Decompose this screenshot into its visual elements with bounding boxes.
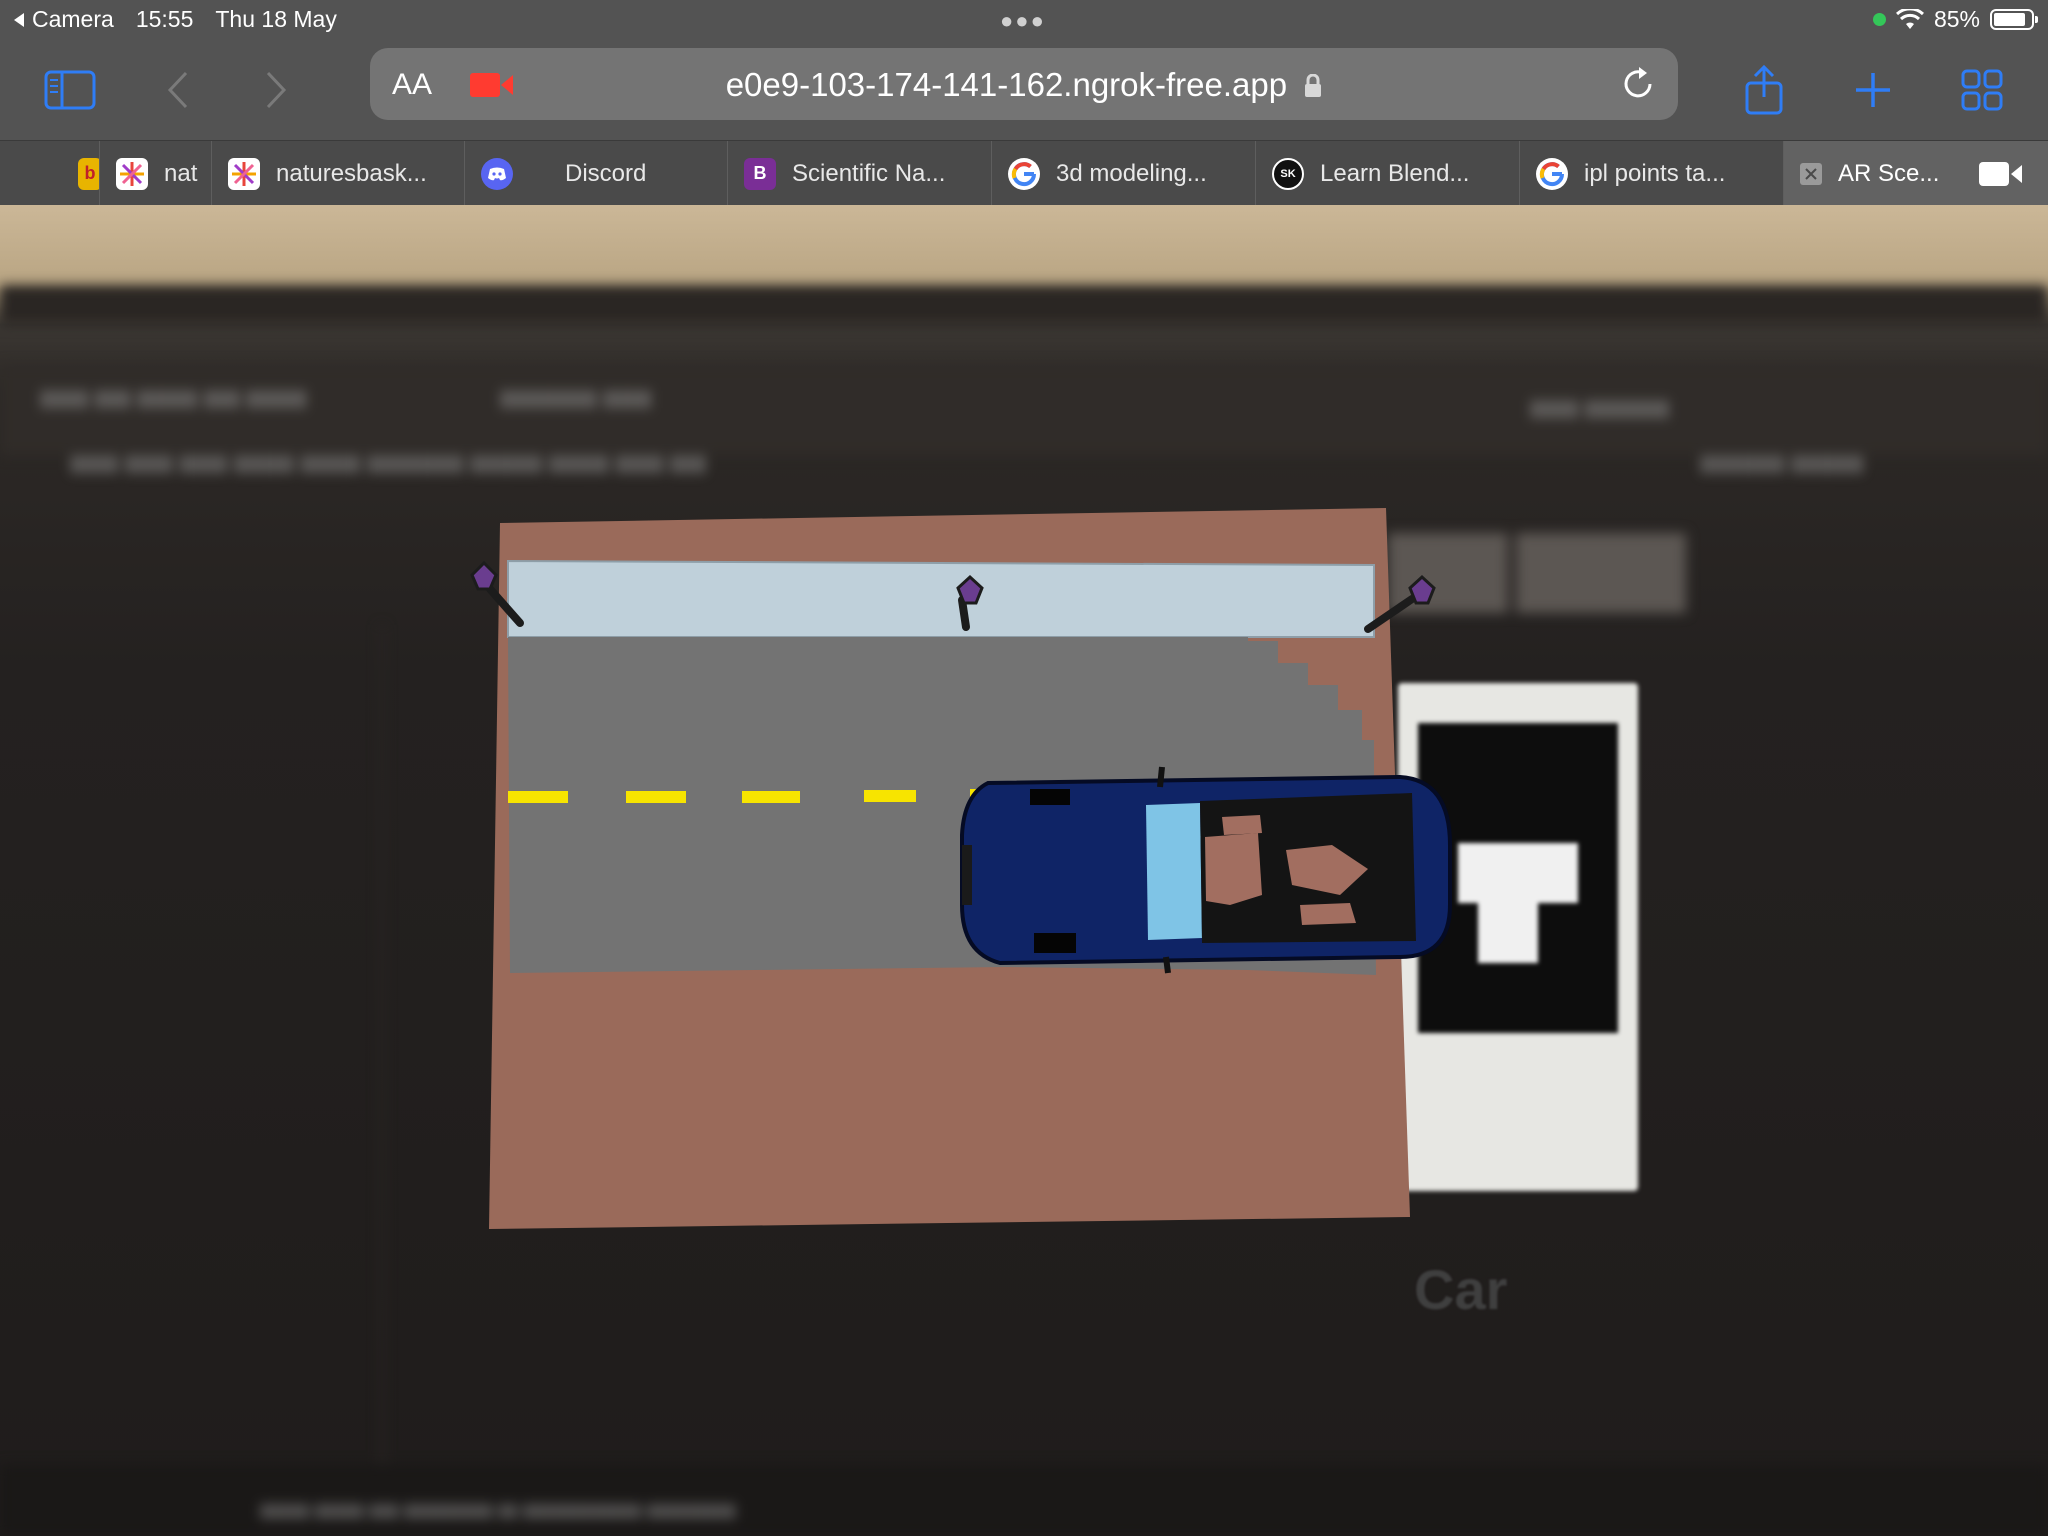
battery-icon — [1990, 9, 2038, 30]
tab-label: Discord — [565, 159, 647, 187]
bootstrap-favicon-icon: B — [744, 157, 776, 190]
sparkle-favicon-icon — [116, 157, 148, 190]
back-triangle-icon — [14, 12, 24, 27]
tab-scientific[interactable]: B Scientific Na... — [728, 141, 992, 206]
status-time: 15:55 — [135, 6, 194, 32]
camera-in-use-indicator-icon — [1872, 13, 1886, 26]
tab-label: ipl points ta... — [1584, 159, 1726, 187]
tab-label: Scientific Na... — [792, 159, 946, 187]
tab-bar: b nat naturesbask... Discord B Scientifi… — [0, 140, 2048, 206]
wifi-icon — [1895, 8, 1924, 29]
back-to-app[interactable]: Camera — [12, 6, 114, 33]
camera-in-use-tab-icon — [1979, 161, 2023, 186]
ar-road-model — [470, 508, 1452, 1229]
tab-label: naturesbask... — [276, 159, 427, 187]
browser-toolbar: AA e0e9-103-174-141-162.ngrok-free.app — [0, 40, 2048, 140]
back-chevron-icon[interactable] — [150, 64, 206, 116]
sidewalk — [507, 559, 1375, 638]
reload-icon[interactable] — [1620, 64, 1656, 107]
lock-icon — [1305, 73, 1322, 97]
sparkle-favicon-icon — [228, 157, 260, 190]
b-favicon-icon: b — [78, 157, 99, 190]
tab-discord[interactable]: Discord — [465, 141, 728, 206]
share-icon[interactable] — [1736, 64, 1792, 116]
sidebar-toggle-icon[interactable] — [42, 64, 98, 116]
tab-3d-modeling[interactable]: 3d modeling... — [992, 141, 1256, 206]
multitasking-dots-icon[interactable]: ●●● — [1000, 8, 1046, 34]
car-model — [960, 766, 1452, 974]
tab-pinned-b[interactable]: b — [36, 141, 100, 206]
battery-percent: 85% — [1933, 6, 1980, 32]
discord-favicon-icon — [481, 157, 513, 190]
tab-label: nat — [164, 159, 198, 187]
tab-naturesbasket[interactable]: naturesbask... — [212, 141, 465, 206]
tab-label: 3d modeling... — [1056, 159, 1207, 187]
forward-chevron-icon[interactable] — [248, 64, 304, 116]
tab-label: Learn Blend... — [1320, 159, 1470, 187]
google-favicon-icon — [1536, 157, 1568, 190]
address-bar[interactable]: AA e0e9-103-174-141-162.ngrok-free.app — [370, 48, 1678, 120]
url-text: e0e9-103-174-141-162.ngrok-free.app — [725, 66, 1288, 103]
sk-favicon-icon: SK — [1272, 157, 1304, 190]
status-date: Thu 18 May — [215, 6, 337, 32]
tab-ar-scene[interactable]: AR Sce... — [1784, 141, 2048, 206]
google-favicon-icon — [1008, 157, 1040, 190]
tab-nat[interactable]: nat — [100, 141, 212, 206]
tab-learn-blender[interactable]: SK Learn Blend... — [1256, 141, 1520, 206]
tab-overview-icon[interactable] — [1954, 64, 2010, 116]
tab-ipl-points[interactable]: ipl points ta... — [1520, 141, 1784, 206]
tab-label: AR Sce... — [1838, 159, 1940, 187]
close-tab-icon[interactable] — [1800, 162, 1822, 185]
status-bar: Camera 15:55 Thu 18 May ●●● 85% — [0, 0, 2048, 40]
back-app-label: Camera — [32, 6, 114, 32]
ar-camera-view[interactable]: ▮▮▮▮ ▮▮▮ ▮▮▮▮▮ ▮▮▮ ▮▮▮▮▮ ▮▮▮▮▮▮▮▮ ▮▮▮▮ ▮… — [0, 205, 2048, 1536]
new-tab-plus-icon[interactable] — [1845, 64, 1901, 116]
